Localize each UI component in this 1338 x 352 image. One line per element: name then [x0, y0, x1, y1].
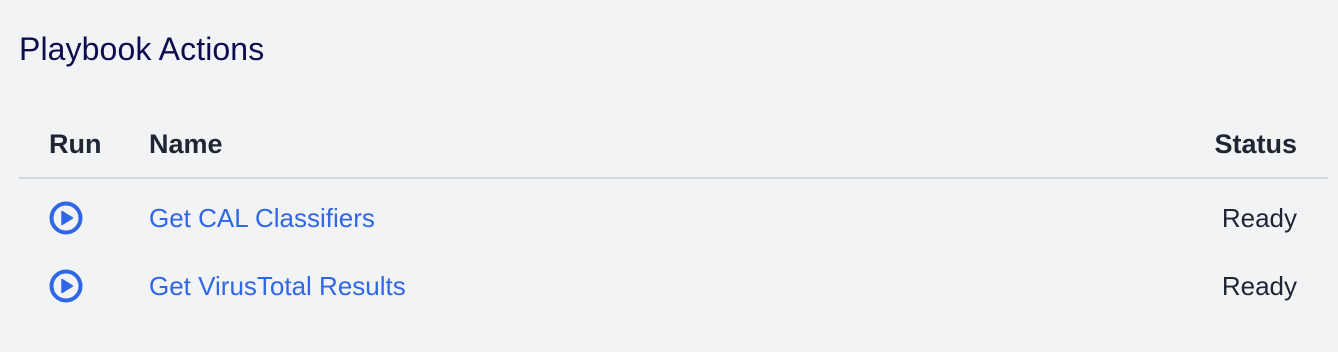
action-name-link[interactable]: Get CAL Classifiers	[149, 201, 375, 235]
table-header: Run Name Status	[19, 108, 1328, 179]
column-header-status: Status	[1214, 129, 1297, 159]
run-button[interactable]	[48, 268, 84, 304]
column-header-name: Name	[149, 129, 223, 159]
run-button[interactable]	[48, 200, 84, 236]
status-text: Ready	[1221, 271, 1297, 301]
playbook-actions-table: Run Name Status Get CAL Classifiers Read…	[19, 108, 1328, 321]
table-body: Get CAL Classifiers Ready Get VirusTotal…	[19, 185, 1328, 321]
column-header-run: Run	[49, 129, 102, 159]
table-row: Get CAL Classifiers Ready	[19, 185, 1328, 253]
action-name-link[interactable]: Get VirusTotal Results	[149, 269, 406, 303]
page-title: Playbook Actions	[19, 31, 265, 67]
play-circle-icon	[49, 269, 83, 303]
play-circle-icon	[49, 201, 83, 235]
table-row: Get VirusTotal Results Ready	[19, 253, 1328, 321]
playbook-actions-panel: Playbook Actions Run Name Status Get CAL…	[0, 0, 1338, 352]
status-text: Ready	[1221, 203, 1297, 233]
